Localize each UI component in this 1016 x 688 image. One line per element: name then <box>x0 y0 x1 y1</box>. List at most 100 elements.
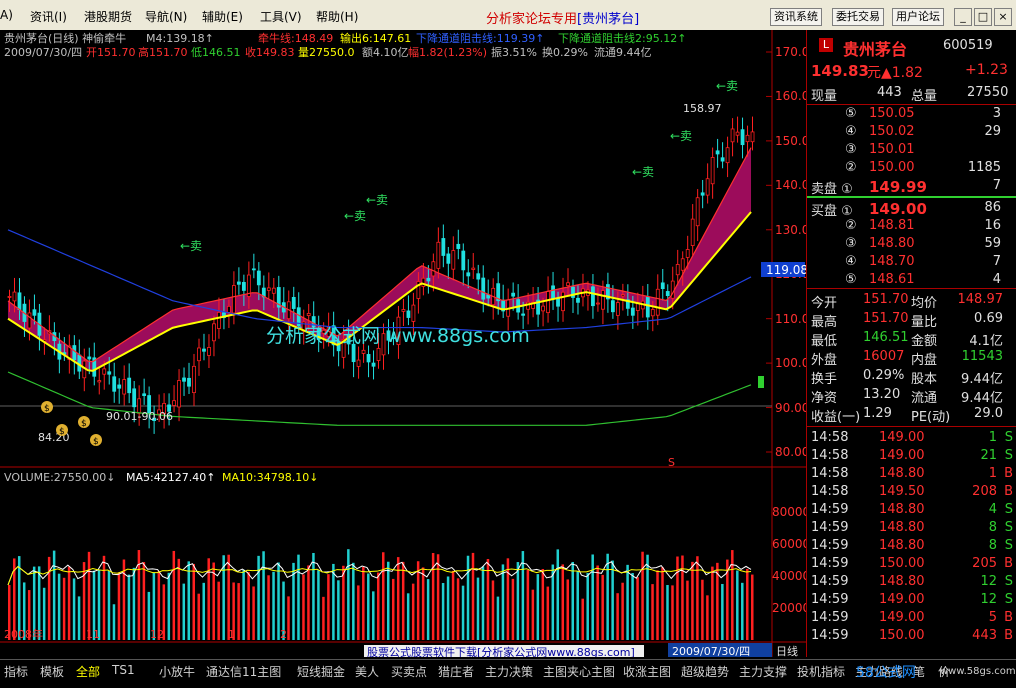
tick-time: 14:59 <box>811 538 849 553</box>
tick-volume: 1 <box>988 466 997 481</box>
stat-label: 外盘 <box>811 353 838 368</box>
volume-info: VOLUME:27550.00↓ <box>4 471 115 484</box>
menu-navigate[interactable]: 导航(N) <box>145 8 187 25</box>
volume-bar <box>62 577 66 640</box>
indicator-tab[interactable]: 猎庄者 <box>438 663 474 680</box>
volume-bar <box>481 566 485 640</box>
tick-price: 149.00 <box>879 610 925 625</box>
tick-volume: 8 <box>988 520 997 535</box>
divider <box>807 104 1016 105</box>
period-label[interactable]: 日线 <box>776 644 798 657</box>
candle-body <box>566 282 570 286</box>
indicator-tab[interactable]: 通达信11主图 <box>206 663 281 680</box>
candle-body <box>521 313 526 316</box>
indicator-tab[interactable]: 美人 <box>355 663 379 680</box>
sell-signal: ←卖 <box>716 79 738 93</box>
indicator-tab[interactable]: TS1 <box>112 663 135 677</box>
candle-body <box>32 309 37 316</box>
date-tick: 2 <box>280 628 287 641</box>
candle-body <box>7 296 12 298</box>
stock-code: 600519 <box>943 38 993 53</box>
tick-row: 14:59 150.00 443 B <box>807 628 1016 646</box>
menu-hk-futures[interactable]: 港股期货 <box>84 8 132 25</box>
amplitude-readout: 振3.51% <box>491 45 537 59</box>
stat-value: 16007 <box>863 349 905 364</box>
price-tick: 100.0 <box>775 356 806 370</box>
indicator-tab[interactable]: 短线掘金 <box>297 663 345 680</box>
volume-bar <box>347 549 350 640</box>
indicator-tab[interactable]: 小放牛 <box>159 663 195 680</box>
volume-bar <box>57 573 61 640</box>
volume-bar <box>312 552 315 640</box>
volume-readout: 量27550.0 <box>298 46 355 59</box>
volume-bar <box>421 567 425 640</box>
buy-level-price: 148.80 <box>869 236 915 251</box>
sell-signal: ←卖 <box>670 129 692 143</box>
sell-level-price: 149.99 <box>869 178 927 196</box>
tick-time: 14:59 <box>811 610 849 625</box>
volume-bar <box>67 566 71 640</box>
sell-level-volume: 1185 <box>967 160 1001 175</box>
candle-body <box>291 296 296 309</box>
indicator-tab[interactable]: 投机指标 <box>797 663 845 680</box>
footer-banner[interactable]: 股票公式股票软件下载[分析家公式网www.88gs.com] <box>367 645 635 657</box>
candle-body <box>576 297 580 303</box>
minimize-button[interactable]: _ <box>954 8 972 26</box>
indicator-tab[interactable]: 超级趋势 <box>681 663 729 680</box>
maximize-button[interactable]: □ <box>974 8 992 26</box>
price-tick: 150.0 <box>775 134 806 148</box>
volume-bar <box>666 585 669 640</box>
indicator-tab[interactable]: 主图夹心主图 <box>543 663 615 680</box>
xiajiang2-readout: 下降通道阻击线2:95.12↑ <box>558 31 686 45</box>
sell-level-index: ④ <box>845 124 857 139</box>
candle-body <box>212 323 216 342</box>
volume-bar <box>172 550 176 640</box>
info-system-button[interactable]: 资讯系统 <box>770 8 822 26</box>
candle-body <box>705 178 710 196</box>
volume-bar <box>262 551 265 640</box>
indicator-tab[interactable]: 全部 <box>76 663 100 680</box>
close-button[interactable]: × <box>994 8 1012 26</box>
volume-bar <box>382 552 385 640</box>
candle-body <box>441 238 446 256</box>
menu-assist[interactable]: 辅助(E) <box>202 8 243 25</box>
volume-bar <box>242 569 245 640</box>
kline-chart[interactable]: 贵州茅台(日线) 神偷牵牛 M4:139.18↑ 牵牛线:148.49 输出6:… <box>0 30 806 657</box>
candle-body <box>680 258 685 271</box>
menu-help[interactable]: 帮助(H) <box>316 8 358 25</box>
candle-body <box>271 287 276 294</box>
buy-level-row: ② 148.81 16 <box>807 218 1016 236</box>
menu-tools[interactable]: 工具(V) <box>260 8 302 25</box>
indicator-tab[interactable]: 买卖点 <box>391 663 427 680</box>
buy-level-index: ② <box>845 218 857 233</box>
sell-level-index: ② <box>845 160 857 175</box>
candle-body <box>745 134 750 143</box>
candle-body <box>376 348 381 361</box>
menu-edge-a[interactable]: A) <box>0 8 13 22</box>
indicator-tab[interactable]: 收涨主图 <box>623 663 671 680</box>
indicator-tab[interactable]: 主力支撑 <box>739 663 787 680</box>
tick-direction: B <box>1004 610 1013 625</box>
volume-row: 现量 443 总量 27550 <box>807 85 1016 104</box>
stat-label: 收益(一) <box>811 410 861 425</box>
volume-bar <box>591 554 594 640</box>
candle-body <box>561 291 565 312</box>
menu-info[interactable]: 资讯(I) <box>30 8 67 25</box>
candle-body <box>117 384 122 389</box>
indicator-tab[interactable]: 主力决策 <box>485 663 533 680</box>
watermark: 分析家公式网 www.88gs.com <box>266 325 530 347</box>
svg-text:$: $ <box>93 437 99 447</box>
volume-bar <box>42 587 46 640</box>
trade-button[interactable]: 委托交易 <box>832 8 884 26</box>
indicator-tab[interactable]: 指标 <box>4 663 28 680</box>
site-logo-text: 58公式网 <box>856 665 916 681</box>
tick-direction: S <box>1004 538 1013 553</box>
user-forum-button[interactable]: 用户论坛 <box>892 8 944 26</box>
ma5-info: MA5:42127.40↑ <box>126 471 215 484</box>
tick-direction: B <box>1004 556 1013 571</box>
stat-label: 最低 <box>811 334 838 349</box>
candle-body <box>187 377 191 387</box>
price-tick: 90.00 <box>775 401 806 415</box>
indicator-tab[interactable]: 模板 <box>40 663 64 680</box>
buy-level-volume: 59 <box>984 236 1001 251</box>
